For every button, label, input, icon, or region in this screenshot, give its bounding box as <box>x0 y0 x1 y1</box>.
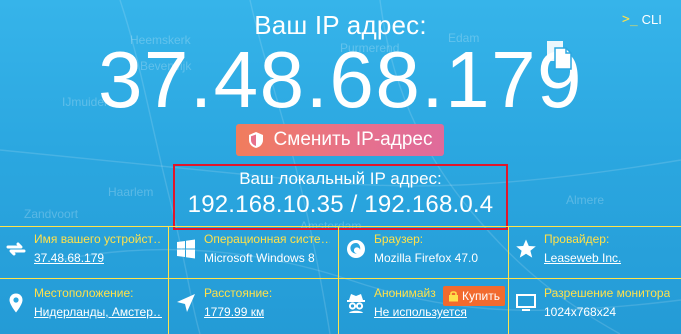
device-name-value[interactable]: 37.48.68.179 <box>34 251 104 265</box>
grid-divider <box>0 226 681 227</box>
browser-value: Mozilla Firefox 47.0 <box>374 251 479 265</box>
grid-divider <box>168 226 169 334</box>
provider-cell: Провайдер: Leaseweb Inc. <box>510 232 678 280</box>
change-ip-button[interactable]: Сменить IP-адрес <box>236 124 444 156</box>
provider-label: Провайдер: <box>544 232 610 246</box>
navigation-arrow-icon <box>177 294 195 312</box>
os-cell: Операционная систе… Microsoft Windows 8 <box>170 232 338 280</box>
cli-label: CLI <box>641 11 662 27</box>
browser-cell: Браузер: Mozilla Firefox 47.0 <box>340 232 508 280</box>
change-ip-label: Сменить IP-адрес <box>273 129 433 150</box>
location-pin-icon <box>9 293 23 313</box>
firefox-icon <box>347 240 365 258</box>
windows-icon <box>177 239 195 259</box>
resolution-label: Разрешение монитора: <box>544 286 670 300</box>
grid-divider <box>338 226 339 334</box>
os-value: Microsoft Windows 8 <box>204 251 315 265</box>
map-label: Haarlem <box>108 185 153 199</box>
buy-button[interactable]: Купить <box>443 286 505 306</box>
device-name-cell: Имя вашего устройст… 37.48.68.179 <box>0 232 168 280</box>
monitor-icon <box>516 294 536 311</box>
terminal-icon: >_ <box>622 11 638 27</box>
provider-value[interactable]: Leaseweb Inc. <box>544 251 621 265</box>
distance-cell: Расстояние: 1779.99 км <box>170 286 338 334</box>
map-label: Almere <box>566 193 604 207</box>
spy-icon <box>347 294 365 313</box>
resolution-cell: Разрешение монитора: 1024x768x24 <box>510 286 678 334</box>
distance-label: Расстояние: <box>204 286 273 300</box>
location-label: Местоположение: <box>34 286 134 300</box>
copy-icon[interactable] <box>546 40 572 70</box>
browser-label: Браузер: <box>374 232 424 246</box>
resolution-value: 1024x768x24 <box>544 305 617 319</box>
local-ip-label: Ваш локальный IP адрес: <box>239 169 442 188</box>
map-label: Zandvoort <box>24 207 79 221</box>
refresh-icon <box>6 242 26 256</box>
anonymizer-label: Анонимайз <box>374 286 436 300</box>
os-label: Операционная систе… <box>204 232 330 246</box>
grid-divider <box>508 226 509 334</box>
location-cell: Местоположение: Нидерланды, Амстер… <box>0 286 168 334</box>
buy-label: Купить <box>462 289 500 303</box>
page-background: Heemskerk Edam Purmerend IJmuiden Beverw… <box>0 0 681 334</box>
lock-icon <box>449 291 459 302</box>
shield-icon <box>248 132 263 148</box>
local-ip-value: 192.168.10.35 / 192.168.0.4 <box>187 191 494 218</box>
cli-link[interactable]: >_ CLI <box>622 8 662 30</box>
device-name-label: Имя вашего устройст… <box>34 232 160 246</box>
distance-value[interactable]: 1779.99 км <box>204 305 264 319</box>
location-value[interactable]: Нидерланды, Амстер… <box>34 305 162 319</box>
star-icon <box>516 239 536 258</box>
local-ip-box: Ваш локальный IP адрес: 192.168.10.35 / … <box>173 164 508 230</box>
anonymizer-value[interactable]: Не используется <box>374 305 467 319</box>
